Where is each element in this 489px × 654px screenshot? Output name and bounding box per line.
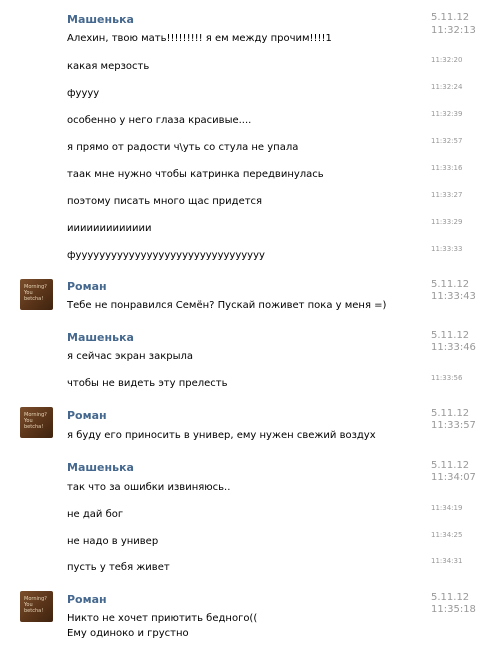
message-date: 5.11.12 <box>431 460 470 471</box>
avatar-caption: Morning? You betcha! <box>24 596 47 614</box>
message-time: 11:33:57 <box>431 420 476 431</box>
message-date: 5.11.12 <box>431 279 470 290</box>
message-text: фуууууууууууууууууууууууууууууууу <box>67 250 265 261</box>
message-text: Ему одиноко и грустно <box>67 628 189 639</box>
message-author[interactable]: Роман <box>67 593 107 606</box>
message-text: я сейчас экран закрыла <box>67 351 194 362</box>
message-text: Тебе не понравился Семён? Пускай поживет… <box>67 300 387 311</box>
message-text: Никто не хочет приютить бедного(( <box>67 613 258 624</box>
message-history: Машенька 5.11.12 11:32:13 Алехин, твою м… <box>0 0 489 654</box>
message-time: 11:35:18 <box>431 604 476 615</box>
message-time: 11:34:25 <box>431 531 463 539</box>
message-time: 11:34:19 <box>431 504 463 512</box>
message-author[interactable]: Машенька <box>67 461 134 474</box>
message-author[interactable]: Машенька <box>67 13 134 26</box>
message-text: так что за ошибки извиняюсь.. <box>67 482 231 493</box>
message-time: 11:33:33 <box>431 245 463 253</box>
message-author[interactable]: Машенька <box>67 331 134 344</box>
message-time: 11:33:46 <box>431 342 476 353</box>
message-text: иииииииииииии <box>67 223 152 234</box>
message-time: 11:32:24 <box>431 83 463 91</box>
message-time: 11:32:57 <box>431 137 463 145</box>
avatar[interactable]: Morning? You betcha! <box>20 407 53 438</box>
message-author[interactable]: Роман <box>67 280 107 293</box>
message-time: 11:32:39 <box>431 110 463 118</box>
message-time: 11:33:27 <box>431 191 463 199</box>
message-time: 11:32:20 <box>431 56 463 64</box>
message-text: я буду его приносить в универ, ему нужен… <box>67 430 376 441</box>
message-date: 5.11.12 <box>431 12 470 23</box>
message-time: 11:33:43 <box>431 291 476 302</box>
avatar-caption: Morning? You betcha! <box>24 284 47 302</box>
message-text: особенно у него глаза красивые.... <box>67 115 252 126</box>
message-time: 11:33:29 <box>431 218 463 226</box>
message-date: 5.11.12 <box>431 592 470 603</box>
avatar-caption: Morning? You betcha! <box>24 412 47 430</box>
message-time: 11:33:56 <box>431 374 463 382</box>
message-time: 11:34:07 <box>431 472 476 483</box>
message-text: какая мерзость <box>67 61 150 72</box>
avatar[interactable]: Morning? You betcha! <box>20 279 53 310</box>
avatar[interactable]: Morning? You betcha! <box>20 591 53 622</box>
message-date: 5.11.12 <box>431 330 470 341</box>
message-text: таак мне нужно чтобы катринка передвинул… <box>67 169 324 180</box>
message-time: 11:32:13 <box>431 25 476 36</box>
message-text: фуууу <box>67 88 100 99</box>
message-time: 11:33:16 <box>431 164 463 172</box>
message-time: 11:34:31 <box>431 557 463 565</box>
message-text: пусть у тебя живет <box>67 562 170 573</box>
message-text: не дай бог <box>67 509 124 520</box>
message-text: чтобы не видеть эту прелесть <box>67 378 228 389</box>
message-text: не надо в универ <box>67 536 159 547</box>
message-date: 5.11.12 <box>431 408 470 419</box>
message-text: я прямо от радости ч\уть со стула не упа… <box>67 142 299 153</box>
message-author[interactable]: Роман <box>67 409 107 422</box>
message-text: Алехин, твою мать!!!!!!!!! я ем между пр… <box>67 33 332 44</box>
message-text: поэтому писать много щас придется <box>67 196 263 207</box>
